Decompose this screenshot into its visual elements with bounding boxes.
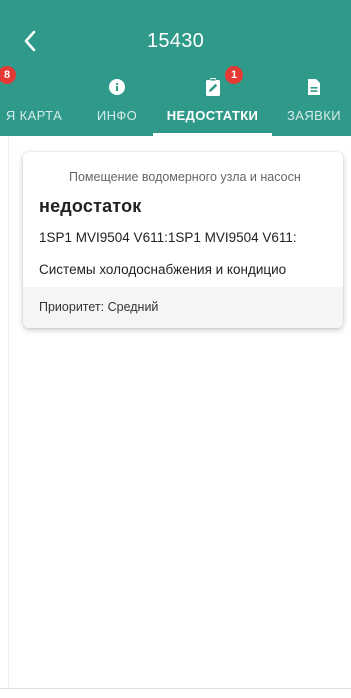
tab-map-label: Я КАРТА — [5, 108, 63, 123]
app-header: 15430 8 Я КАРТА ИНФО 1 НЕДОСТАТКИ ЗАЯВКИ — [0, 0, 351, 136]
defect-equipment: 1SP1 MVI9504 V611:1SP1 MVI9504 V611: — [39, 230, 297, 245]
defect-system: Системы холодоснабжения и кондицио — [39, 262, 287, 277]
defect-card-footer: Приоритет: Средний — [23, 287, 343, 328]
tab-info[interactable]: ИНФО — [82, 62, 152, 136]
bottom-divider — [0, 688, 351, 689]
tab-defects-label: НЕДОСТАТКИ — [166, 108, 259, 123]
document-icon — [308, 79, 320, 95]
tab-requests-label: ЗАЯВКИ — [287, 108, 341, 123]
defect-priority: Приоритет: Средний — [39, 300, 159, 314]
clipboard-edit-icon — [205, 78, 220, 96]
page-title: 15430 — [146, 30, 205, 52]
tab-bar: 8 Я КАРТА ИНФО 1 НЕДОСТАТКИ ЗАЯВКИ — [0, 62, 351, 136]
defect-location: Помещение водомерного узла и насосн — [69, 170, 301, 184]
tab-map[interactable]: 8 Я КАРТА — [0, 62, 82, 136]
tab-defects-badge: 1 — [225, 66, 243, 84]
tab-map-badge: 8 — [0, 66, 16, 84]
tab-info-label: ИНФО — [96, 108, 138, 123]
defect-card[interactable]: Помещение водомерного узла и насосн недо… — [23, 152, 343, 328]
defect-heading: недостаток — [39, 196, 142, 216]
tab-requests[interactable]: ЗАЯВКИ — [272, 62, 351, 136]
panel-edge — [8, 136, 9, 688]
tab-defects[interactable]: 1 НЕДОСТАТКИ — [153, 62, 272, 136]
info-icon — [109, 79, 125, 95]
active-tab-indicator — [153, 133, 272, 136]
